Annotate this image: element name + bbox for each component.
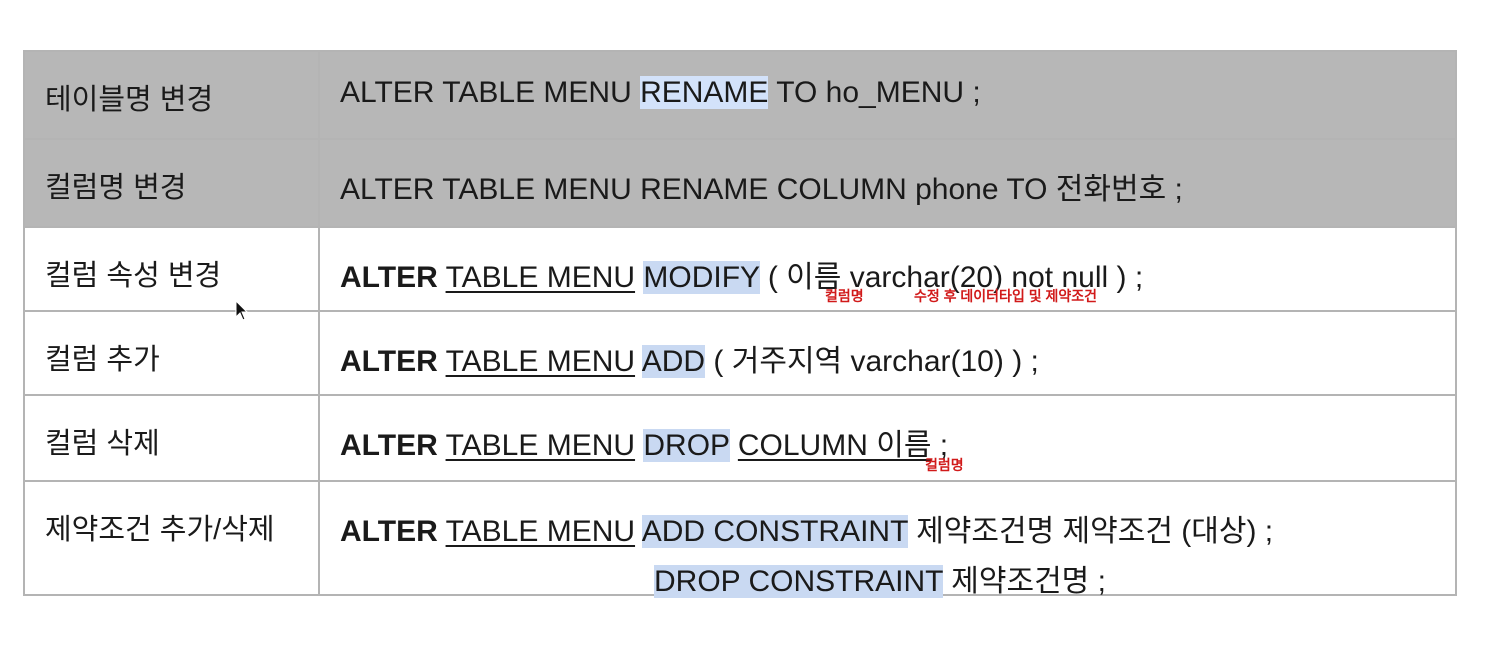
alter-keyword: ALTER [340, 345, 438, 378]
annotation-datatype: 수정 후 데이터타입 및 제약조건 [914, 288, 1097, 304]
row-label: 테이블명 변경 [25, 52, 320, 138]
keyword-highlight: MODIFY [643, 261, 760, 294]
sql-statement: ALTER TABLE MENU RENAME COLUMN phone TO … [340, 173, 1183, 206]
row-label: 컬럼 삭제 [25, 396, 320, 480]
row-label: 컬럼명 변경 [25, 140, 320, 226]
sql-statement: ALTER TABLE MENU MODIFY ( 이름 varchar(20)… [320, 228, 1455, 310]
sql-statement: ALTER TABLE MENU RENAME TO ho_MENU ; [320, 52, 1455, 138]
mouse-cursor-icon [235, 300, 249, 321]
row-label: 제약조건 추가/삭제 [25, 482, 320, 594]
table-name: TABLE MENU [445, 515, 636, 548]
table-row: 컬럼명 변경 ALTER TABLE MENU RENAME COLUMN ph… [25, 140, 1455, 228]
keyword-highlight: ADD [641, 345, 706, 378]
column-name: COLUMN 이름 [737, 429, 932, 462]
sql-text: 제약조건명 ; [942, 565, 1106, 598]
sql-text: ( 거주지역 varchar(10) ) ; [705, 345, 1039, 378]
keyword-highlight: DROP [643, 429, 730, 462]
table-row: 컬럼 추가 ALTER TABLE MENU ADD ( 거주지역 varcha… [25, 312, 1455, 396]
sql-text: TO ho_MENU ; [768, 76, 981, 109]
alter-keyword: ALTER [340, 429, 438, 462]
annotation-column-name: 컬럼명 [925, 457, 964, 473]
table-row: 제약조건 추가/삭제 ALTER TABLE MENU ADD CONSTRAI… [25, 482, 1455, 598]
sql-statement: ALTER TABLE MENU ADD ( 거주지역 varchar(10) … [320, 312, 1455, 394]
table-row: 테이블명 변경 ALTER TABLE MENU RENAME TO ho_ME… [25, 52, 1455, 140]
table-row: 컬럼 삭제 ALTER TABLE MENU DROP COLUMN 이름 ; … [25, 396, 1455, 482]
keyword-highlight: RENAME [640, 76, 769, 109]
keyword-highlight: ADD CONSTRAINT [641, 515, 908, 548]
row-label: 컬럼 추가 [25, 312, 320, 394]
keyword-highlight: DROP CONSTRAINT [654, 565, 943, 598]
sql-text: ALTER TABLE MENU [340, 76, 641, 109]
alter-keyword: ALTER [340, 261, 438, 294]
table-name: TABLE MENU [445, 261, 636, 294]
sql-statement: ALTER TABLE MENU DROP COLUMN 이름 ; 컬럼명 [320, 396, 1455, 480]
table-name: TABLE MENU [445, 345, 636, 378]
alter-keyword: ALTER [340, 515, 438, 548]
sql-second-line: DROP CONSTRAINT 제약조건명 ; [340, 556, 1455, 600]
sql-statement: ALTER TABLE MENU ADD CONSTRAINT 제약조건명 제약… [320, 482, 1455, 598]
row-label: 컬럼 속성 변경 [25, 228, 320, 310]
table-name: TABLE MENU [445, 429, 636, 462]
sql-text: 제약조건명 제약조건 (대상) ; [907, 515, 1274, 548]
annotation-column-name: 컬럼명 [825, 288, 864, 304]
